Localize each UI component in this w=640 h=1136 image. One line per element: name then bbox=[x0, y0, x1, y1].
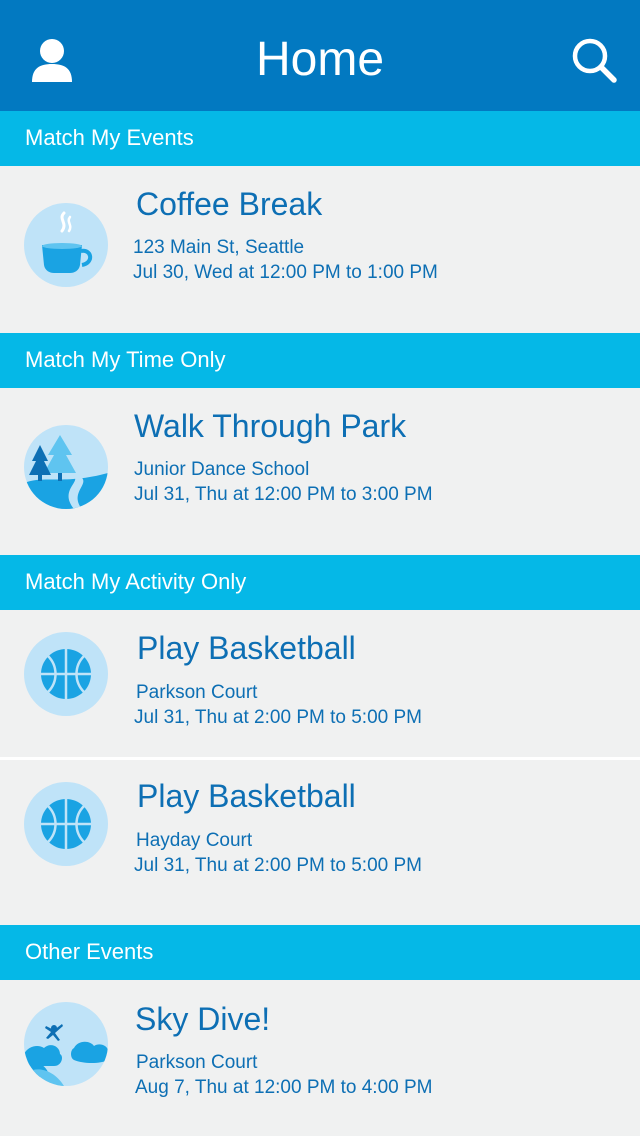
section-title: Match My Time Only bbox=[25, 347, 226, 372]
section-header-match-my-events: Match My Events bbox=[0, 111, 640, 166]
basketball-icon bbox=[24, 782, 108, 866]
event-time: Jul 31, Thu at 12:00 PM to 3:00 PM bbox=[134, 484, 433, 505]
event-card-play-basketball-parkson[interactable]: Play Basketball Parkson Court Jul 31, Th… bbox=[0, 610, 640, 757]
skydive-icon bbox=[24, 1002, 108, 1086]
event-title: Walk Through Park bbox=[134, 408, 407, 444]
event-location: Junior Dance School bbox=[134, 459, 310, 480]
coffee-icon bbox=[24, 203, 108, 287]
event-location: Parkson Court bbox=[136, 682, 258, 703]
event-time: Aug 7, Thu at 12:00 PM to 4:00 PM bbox=[135, 1077, 433, 1098]
event-title: Play Basketball bbox=[137, 778, 356, 814]
section-header-other-events: Other Events bbox=[0, 925, 640, 980]
event-location: 123 Main St, Seattle bbox=[133, 237, 305, 258]
section-title: Match My Activity Only bbox=[25, 569, 247, 594]
basketball-icon bbox=[24, 632, 108, 716]
section-header-match-my-time-only: Match My Time Only bbox=[0, 333, 640, 388]
event-time: Jul 31, Thu at 2:00 PM to 5:00 PM bbox=[134, 855, 422, 876]
section-title: Match My Events bbox=[25, 125, 194, 150]
park-icon bbox=[24, 425, 108, 509]
event-time: Jul 30, Wed at 12:00 PM to 1:00 PM bbox=[133, 262, 438, 283]
event-time: Jul 31, Thu at 2:00 PM to 5:00 PM bbox=[134, 707, 422, 728]
event-title: Sky Dive! bbox=[135, 1001, 271, 1037]
event-card-walk-through-park[interactable]: Walk Through Park Junior Dance School Ju… bbox=[0, 388, 640, 555]
event-card-coffee-break[interactable]: Coffee Break 123 Main St, Seattle Jul 30… bbox=[0, 166, 640, 333]
event-location: Parkson Court bbox=[136, 1052, 258, 1073]
section-header-match-my-activity-only: Match My Activity Only bbox=[0, 555, 640, 610]
event-title: Play Basketball bbox=[137, 630, 356, 666]
event-location: Hayday Court bbox=[136, 830, 253, 851]
event-card-play-basketball-hayday[interactable]: Play Basketball Hayday Court Jul 31, Thu… bbox=[0, 760, 640, 925]
event-card-sky-dive[interactable]: Sky Dive! Parkson Court Aug 7, Thu at 12… bbox=[0, 980, 640, 1136]
event-title: Coffee Break bbox=[136, 186, 323, 222]
app-header: Home bbox=[0, 0, 640, 111]
search-icon[interactable] bbox=[570, 36, 618, 84]
page-title: Home bbox=[255, 33, 385, 86]
section-title: Other Events bbox=[25, 939, 154, 964]
